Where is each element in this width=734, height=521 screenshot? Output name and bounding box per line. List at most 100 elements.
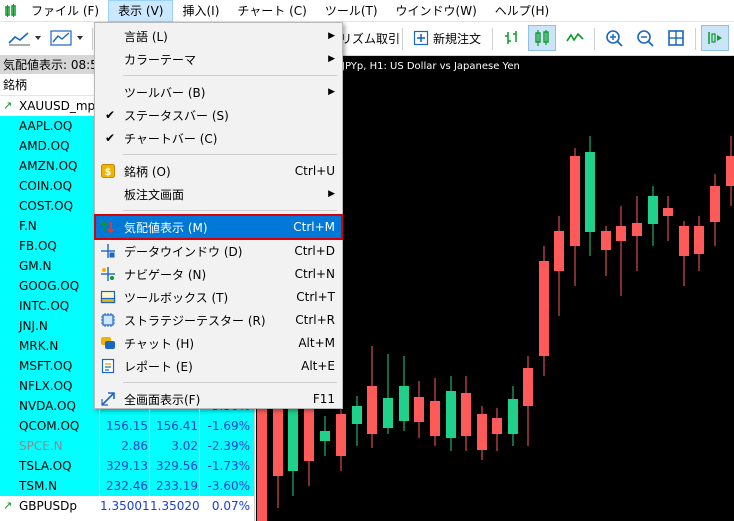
view-menu-item-1[interactable]: カラーテーマ ▶ [96, 48, 341, 70]
candle [320, 416, 330, 456]
line-icon [566, 32, 584, 42]
candle [383, 354, 393, 434]
candle-body [508, 399, 518, 434]
change-value: -1.73% [207, 459, 250, 473]
view-menu-item-10[interactable]: 気配値表示 (M) Ctrl+M [94, 214, 343, 240]
menu-view[interactable]: 表示 (V) [108, 0, 174, 22]
bid-value: 232.46 [106, 479, 148, 493]
market-watch-row[interactable]: QCOM.OQ 156.15 156.41 -1.69% [0, 416, 254, 436]
menu-item-shortcut: Ctrl+T [296, 290, 335, 304]
menu-charts[interactable]: チャート (C) [228, 0, 315, 22]
candle-body [336, 414, 346, 456]
chart-type-dropdown-button[interactable] [48, 25, 86, 51]
menu-item-label: データウインドウ (D) [124, 244, 243, 259]
market-watch-icon [100, 219, 116, 235]
candle [492, 408, 502, 451]
candle [632, 196, 642, 271]
view-menu-item-4[interactable]: ✔ ステータスバー (S) [96, 104, 341, 126]
menu-item-shortcut: Alt+E [301, 359, 335, 373]
bar-chart-button[interactable] [499, 25, 525, 51]
bid-value: 1.35001 [100, 499, 150, 513]
candlestick-chart-button[interactable] [528, 25, 556, 51]
grid-icon [668, 30, 684, 46]
candle-body [383, 398, 393, 428]
candle [694, 216, 704, 271]
view-menu-item-7[interactable]: $ 銘柄 (O) Ctrl+U [96, 160, 341, 182]
market-watch-row[interactable]: ↗ GBPUSDp 1.35001 1.35020 0.07% [0, 496, 254, 516]
trend-up-icon: ↗ [3, 99, 13, 112]
menu-help[interactable]: ヘルプ(H) [486, 0, 558, 22]
submenu-arrow-icon: ▶ [328, 87, 335, 97]
algo-trading-label: リズム取引 [340, 31, 401, 46]
symbol-name: COIN.OQ [19, 179, 73, 193]
view-menu-item-5[interactable]: ✔ チャートバー (C) [96, 127, 341, 149]
ask-value: 156.41 [156, 419, 198, 433]
new-order-label: 新規注文 [432, 31, 481, 46]
view-menu-item-12[interactable]: ナビゲータ (N) Ctrl+N [96, 263, 341, 285]
symbol-name: SPCE.N [19, 439, 63, 453]
menu-file[interactable]: ファイル (F) [22, 0, 108, 22]
candle-body [367, 386, 377, 434]
candlestick-icon [535, 30, 549, 46]
view-menu-dropdown: 言語 (L) ▶ カラーテーマ ▶ ツールバー (B) ▶ ✔ ステータスバー (S) ✔ チャー… [94, 22, 343, 409]
candle-body [570, 156, 580, 246]
view-menu-item-13[interactable]: ツールボックス (T) Ctrl+T [96, 286, 341, 308]
algo-trading-button[interactable]: リズム取引 [340, 25, 400, 51]
view-menu-item-15[interactable]: チャット (H) Alt+M [96, 332, 341, 354]
symbol-name: TSLA.OQ [19, 459, 72, 473]
candle [508, 386, 518, 446]
new-order-button[interactable]: 新規注文 [408, 25, 486, 51]
menu-item-shortcut: Ctrl+N [294, 267, 335, 281]
submenu-arrow-icon: ▶ [328, 31, 335, 41]
zoom-in-button[interactable] [601, 25, 627, 51]
menu-separator [123, 75, 337, 76]
view-menu-item-3[interactable]: ツールバー (B) ▶ [96, 81, 341, 103]
submenu-arrow-icon: ▶ [328, 54, 335, 64]
candle [399, 356, 409, 431]
view-menu-item-8[interactable]: 板注文画面 ▶ [96, 183, 341, 205]
menu-insert[interactable]: 挿入(I) [173, 0, 228, 22]
view-menu-item-0[interactable]: 言語 (L) ▶ [96, 25, 341, 47]
candle-body [288, 408, 298, 471]
menu-item-shortcut: Ctrl+M [293, 220, 335, 234]
candle-body [694, 226, 704, 254]
new-order-icon [413, 30, 429, 46]
candle-body [523, 368, 533, 406]
line-chart-button[interactable] [562, 25, 588, 51]
menu-item-label: 言語 (L) [124, 29, 168, 44]
checkmark-icon: ✔ [104, 131, 116, 145]
view-menu-item-14[interactable]: ストラテジーテスター (R) Ctrl+R [96, 309, 341, 331]
chart-shift-button[interactable] [701, 25, 729, 51]
menu-item-label: チャット (H) [124, 336, 195, 351]
zoom-in-icon [606, 30, 623, 47]
chat-icon [100, 335, 116, 351]
menu-item-label: ナビゲータ (N) [124, 267, 207, 282]
market-watch-row[interactable]: TSM.N 232.46 233.19 -3.60% [0, 476, 254, 496]
line-chart-dropdown-button[interactable] [6, 25, 44, 51]
line-chart-icon [8, 32, 41, 46]
zoom-out-button[interactable] [632, 25, 658, 51]
chart-shift-icon [708, 32, 722, 44]
menu-window[interactable]: ウインドウ(W) [387, 0, 486, 22]
view-menu-item-11[interactable]: データウインドウ (D) Ctrl+D [96, 240, 341, 262]
candle-body [399, 386, 409, 421]
menu-item-label: 全画面表示(F) [124, 392, 201, 407]
menu-tools[interactable]: ツール(T) [316, 0, 387, 22]
menu-item-shortcut: F11 [312, 392, 335, 406]
market-watch-row[interactable]: SPCE.N 2.86 3.02 -2.39% [0, 436, 254, 456]
candle-body [585, 152, 595, 232]
candle [336, 406, 346, 471]
candle [710, 174, 720, 246]
view-menu-item-18[interactable]: 全画面表示(F) F11 [96, 388, 341, 410]
tile-windows-button[interactable] [663, 25, 689, 51]
menu-item-shortcut: Ctrl+U [294, 164, 335, 178]
dollar-icon: $ [100, 163, 116, 179]
candle-body [352, 406, 362, 424]
menu-item-label: レポート (E) [124, 359, 193, 374]
toolbox-icon [100, 289, 116, 305]
candle-body [430, 401, 440, 436]
market-watch-row[interactable]: TSLA.OQ 329.13 329.56 -1.73% [0, 456, 254, 476]
bar-chart-icon [505, 31, 517, 44]
menu-item-shortcut: Alt+M [298, 336, 335, 350]
view-menu-item-16[interactable]: レポート (E) Alt+E [96, 355, 341, 377]
